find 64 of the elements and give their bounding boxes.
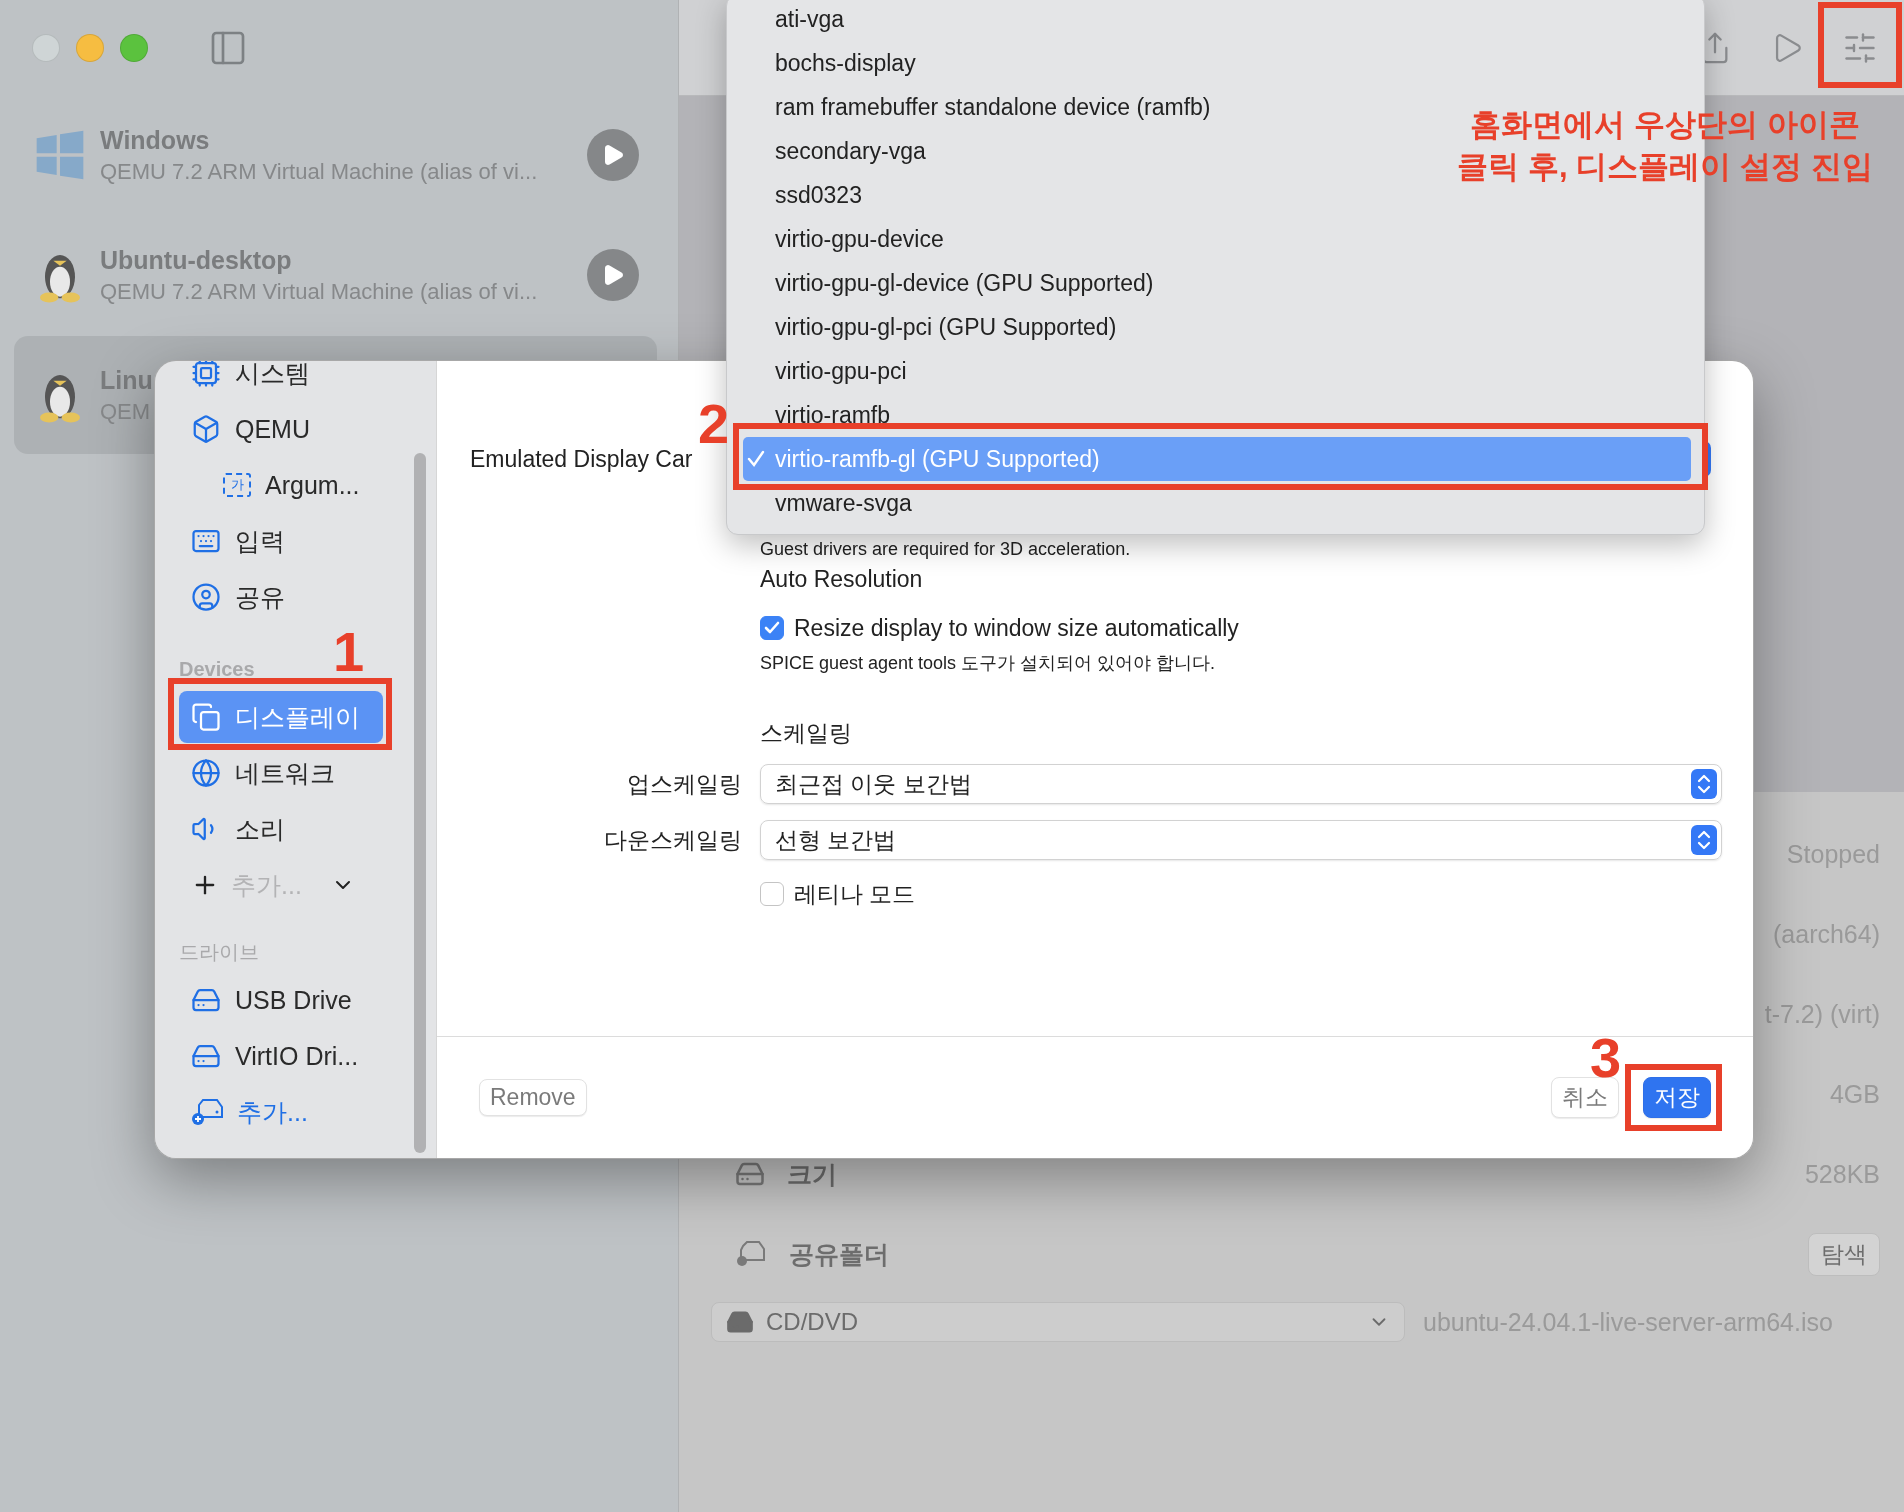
- annotation-note: 홈화면에서 우상단의 아이콘 클릭 후, 디스플레이 설정 진입: [1456, 106, 1874, 186]
- menu-option[interactable]: ram framebuffer standalone device (ramfb): [743, 85, 1219, 129]
- menu-option[interactable]: secondary-vga: [743, 129, 934, 173]
- menu-option[interactable]: bochs-display: [743, 41, 924, 85]
- field-label: 업스케일링: [627, 769, 742, 799]
- hint-text: SPICE guest agent tools 도구가 설치되어 있어야 합니다.: [760, 652, 1217, 675]
- person-icon: [191, 582, 221, 612]
- menu-option[interactable]: ssd0323: [743, 173, 870, 217]
- sidebar-item[interactable]: 가 Argum...: [179, 459, 383, 511]
- checkmark-icon: [764, 621, 780, 635]
- menu-option[interactable]: virtio-ramfb: [743, 393, 898, 437]
- scaling-select[interactable]: 선형 보간법: [760, 820, 1722, 860]
- checkbox[interactable]: [760, 882, 784, 906]
- vm-description: QEMU 7.2 ARM Virtual Machine (alias of vi...: [100, 158, 538, 185]
- remove-button[interactable]: Remove: [479, 1079, 587, 1116]
- shared-drive-icon: [735, 1240, 767, 1268]
- step-number: 1: [333, 624, 365, 680]
- minimize-button[interactable]: [76, 34, 104, 62]
- vm-name: Ubuntu-desktop: [100, 245, 292, 275]
- section-header: 드라이브: [179, 940, 260, 965]
- menu-option[interactable]: virtio-gpu-gl-pci (GPU Supported): [743, 305, 1125, 349]
- sidebar-item[interactable]: QEMU: [179, 403, 383, 455]
- sidebar-item[interactable]: VirtIO Dri...: [179, 1030, 383, 1082]
- retina-checkbox[interactable]: 레티나 모드: [760, 878, 1722, 910]
- stepper-icon: [1691, 825, 1717, 855]
- menu-option[interactable]: virtio-gpu-gl-device (GPU Supported): [743, 261, 1162, 305]
- section-title: Auto Resolution: [760, 565, 924, 593]
- checkbox[interactable]: [760, 616, 784, 640]
- sidebar-item[interactable]: USB Drive: [179, 974, 383, 1026]
- scrollbar-thumb[interactable]: [414, 453, 426, 1153]
- sidebar-item[interactable]: 네트워크: [179, 747, 383, 799]
- windows-stack-icon: [191, 702, 221, 732]
- section-header: Devices: [179, 657, 256, 682]
- detail-label: 공유폴더: [789, 1238, 889, 1270]
- sidebar-item[interactable]: 소리: [179, 803, 383, 855]
- play-button[interactable]: [587, 249, 639, 301]
- cancel-button[interactable]: 취소: [1551, 1077, 1619, 1118]
- play-button[interactable]: [587, 129, 639, 181]
- scaling-select[interactable]: 최근접 이웃 보간법: [760, 764, 1722, 804]
- add-drive-link[interactable]: 추가...: [179, 1086, 383, 1138]
- zoom-button[interactable]: [120, 34, 148, 62]
- vm-name: Windows: [100, 125, 210, 155]
- detail-label: 크기: [787, 1158, 837, 1190]
- menu-option[interactable]: ati-vga: [743, 0, 853, 41]
- sidebar-item[interactable]: 공유: [179, 571, 383, 623]
- section-title: 스케일링: [760, 719, 853, 748]
- save-button[interactable]: 저장: [1643, 1077, 1711, 1118]
- sidebar-item[interactable]: 입력: [179, 515, 383, 567]
- menu-option[interactable]: virtio-gpu-device: [743, 217, 952, 261]
- close-button[interactable]: [32, 34, 60, 62]
- vm-description: QEMU 7.2 ARM Virtual Machine (alias of vi...: [100, 278, 538, 305]
- menu-option[interactable]: virtio-gpu-pci: [743, 349, 915, 393]
- field-label: 다운스케일링: [604, 825, 742, 855]
- resize-checkbox[interactable]: Resize display to window size automatically: [760, 614, 1722, 642]
- note-text: Guest drivers are required for 3D acceleration.: [760, 539, 1132, 560]
- globe-icon: [191, 758, 221, 788]
- stepper-icon: [1691, 769, 1717, 799]
- field-label: Emulated Display Car: [470, 445, 694, 473]
- step-number: 2: [698, 396, 730, 452]
- text-input-icon: 가: [223, 473, 251, 497]
- sidebar-item[interactable]: 시스템: [179, 361, 383, 399]
- drive-add-icon: [191, 1097, 225, 1127]
- chip-icon: [191, 361, 221, 388]
- cube-icon: [191, 414, 221, 444]
